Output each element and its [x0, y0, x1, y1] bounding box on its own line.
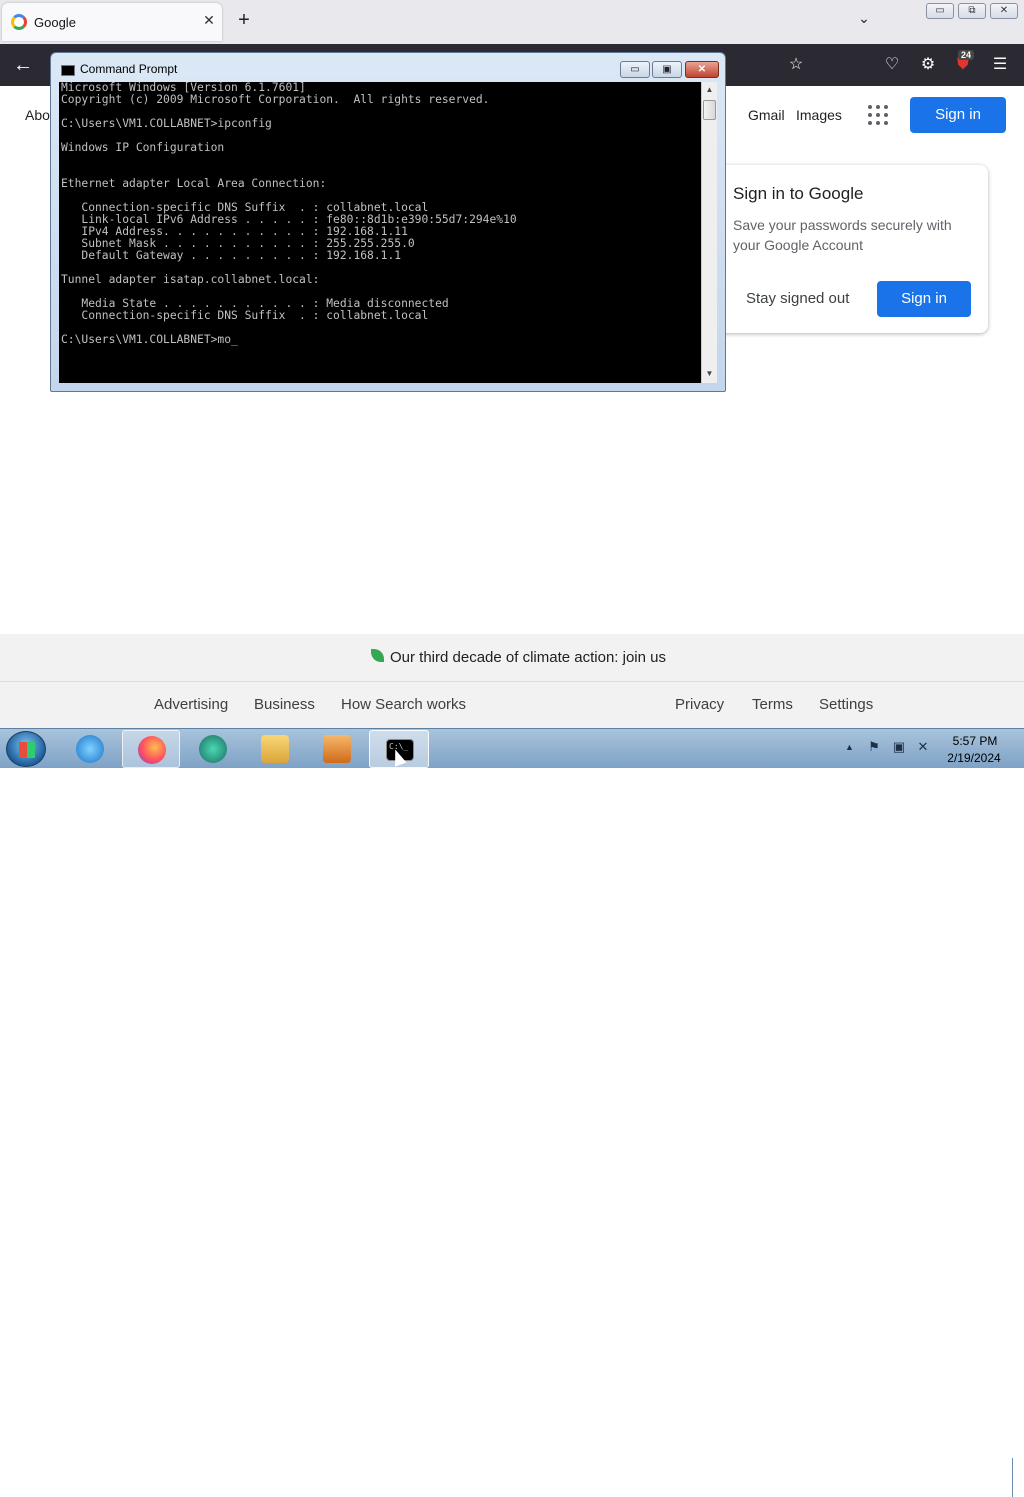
scroll-down-icon[interactable]: ▼ — [702, 366, 717, 382]
google-footer: Our third decade of climate action: join… — [0, 634, 1024, 728]
google-favicon-icon — [11, 14, 27, 30]
sign-in-button[interactable]: Sign in — [910, 97, 1006, 133]
console-output[interactable]: Microsoft Windows [Version 6.1.7601] Cop… — [59, 82, 701, 383]
console-text: Microsoft Windows [Version 6.1.7601] Cop… — [61, 82, 517, 346]
tab-google[interactable]: Google ✕ — [2, 3, 222, 41]
cmd-scrollbar[interactable]: ▲ ▼ — [701, 82, 717, 383]
taskbar-media-player[interactable] — [308, 730, 366, 768]
taskbar-file-explorer[interactable] — [246, 730, 304, 768]
scroll-thumb[interactable] — [703, 100, 716, 120]
folder-icon — [261, 735, 289, 763]
browser-close-button[interactable]: ✕ — [990, 3, 1018, 19]
clock-date[interactable]: 2/19/2024 — [946, 751, 1002, 765]
taskbar-internet-explorer[interactable] — [61, 730, 119, 768]
new-tab-icon[interactable]: + — [234, 10, 254, 30]
cmd-close-button[interactable]: ✕ — [685, 61, 719, 78]
clock-time[interactable]: 5:57 PM — [950, 734, 1000, 748]
volume-muted-icon[interactable]: ✕ — [915, 739, 931, 755]
tab-title: Google — [34, 15, 76, 30]
footer-link-how-search-works[interactable]: How Search works — [341, 696, 466, 713]
popup-sign-in-button[interactable]: Sign in — [877, 281, 971, 317]
footer-link-business[interactable]: Business — [254, 696, 315, 713]
firefox-icon — [138, 736, 166, 764]
gmail-link[interactable]: Gmail — [748, 107, 785, 123]
scroll-up-icon[interactable]: ▲ — [702, 82, 717, 98]
leaf-icon — [371, 649, 384, 662]
google-apps-icon[interactable] — [868, 105, 888, 125]
browser-restore-button[interactable]: ⧉ — [958, 3, 986, 19]
footer-divider — [0, 681, 1024, 682]
cmd-window-icon — [61, 65, 75, 76]
extensions-icon[interactable]: ⚙ — [918, 55, 938, 75]
windows-logo-icon — [19, 742, 35, 758]
show-desktop-button[interactable] — [1012, 1458, 1024, 1497]
footer-link-terms[interactable]: Terms — [752, 696, 793, 713]
network-icon[interactable]: ▣ — [891, 739, 907, 755]
taskbar-firefox[interactable] — [122, 730, 180, 768]
browser-minimize-button[interactable]: ▭ — [926, 3, 954, 19]
bookmark-star-icon[interactable]: ☆ — [786, 55, 806, 75]
popup-title: Sign in to Google — [733, 184, 864, 203]
action-center-flag-icon[interactable]: ⚑ — [866, 739, 882, 755]
back-arrow-icon[interactable]: ← — [12, 54, 34, 76]
ublock-badge: 24 — [958, 50, 975, 60]
app-icon — [199, 735, 227, 763]
cmd-minimize-button[interactable]: ▭ — [620, 61, 650, 78]
pocket-icon[interactable]: ♡ — [882, 55, 902, 75]
taskbar-app[interactable] — [184, 730, 242, 768]
cmd-window-title: Command Prompt — [80, 62, 178, 76]
start-button[interactable] — [6, 731, 46, 767]
cmd-maximize-button[interactable]: ▣ — [652, 61, 682, 78]
hamburger-menu-icon[interactable]: ☰ — [990, 55, 1010, 75]
about-link[interactable]: Abo — [25, 107, 50, 123]
footer-link-advertising[interactable]: Advertising — [154, 696, 228, 713]
footer-link-settings[interactable]: Settings — [819, 696, 873, 713]
popup-description: Save your passwords securely with your G… — [733, 217, 952, 253]
sign-in-popup: Sign in to Google Save your passwords se… — [716, 165, 988, 333]
media-player-icon — [323, 735, 351, 763]
footer-link-privacy[interactable]: Privacy — [675, 696, 724, 713]
stay-signed-out-button[interactable]: Stay signed out — [746, 281, 849, 317]
climate-link[interactable]: Our third decade of climate action: join… — [390, 649, 666, 666]
images-link[interactable]: Images — [796, 107, 842, 123]
browser-tab-strip: Google ✕ + ⌄ ▭ ⧉ ✕ — [0, 0, 1024, 44]
command-prompt-window[interactable]: Command Prompt ▭ ▣ ✕ Microsoft Windows [… — [50, 52, 726, 392]
chevron-down-icon[interactable]: ⌄ — [854, 10, 874, 32]
tab-close-icon[interactable]: ✕ — [200, 11, 218, 29]
internet-explorer-icon — [76, 735, 104, 763]
tray-expand-icon[interactable]: ▲ — [845, 742, 854, 752]
